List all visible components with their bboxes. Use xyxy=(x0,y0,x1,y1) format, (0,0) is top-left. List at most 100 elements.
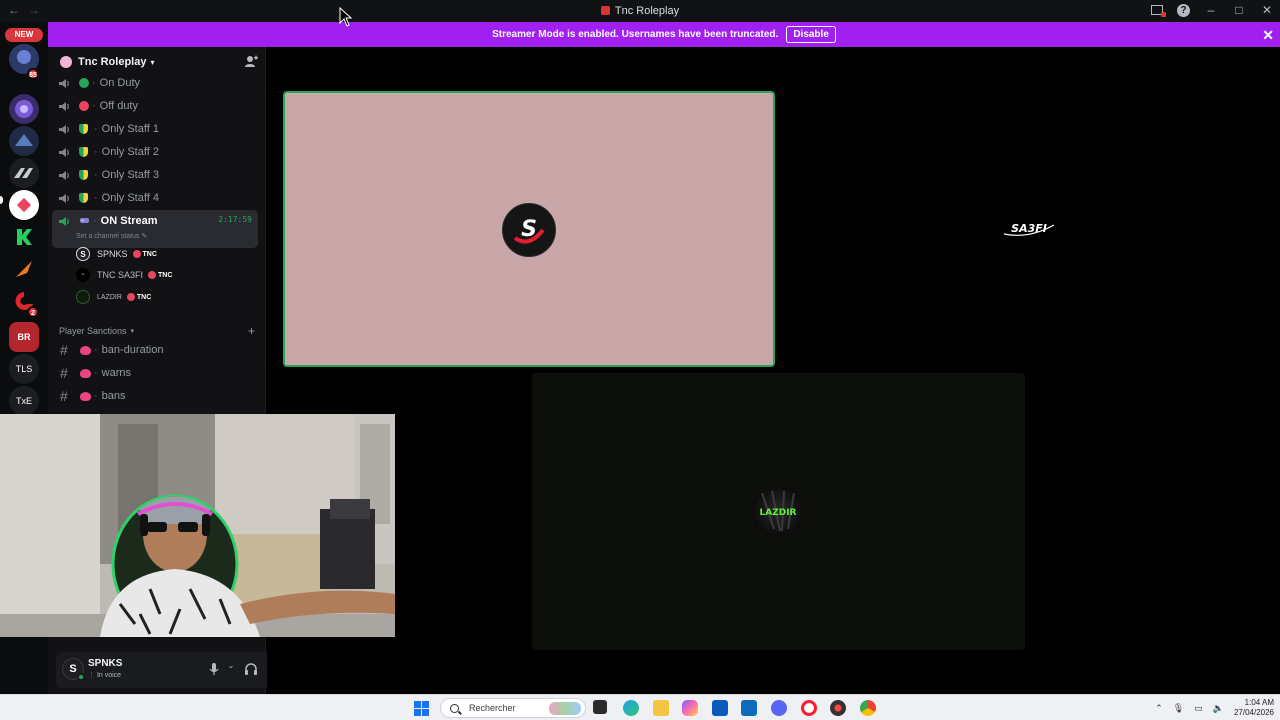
screen-share-icon[interactable] xyxy=(1151,5,1166,17)
windows-start-icon[interactable] xyxy=(414,701,429,716)
user-avatar xyxy=(76,290,90,304)
task-view-icon[interactable] xyxy=(593,700,607,714)
window-title: Tnc Roleplay xyxy=(0,5,1280,17)
tnc-emoji-icon xyxy=(148,271,157,279)
text-channel-warns[interactable]: # · warns xyxy=(52,363,258,383)
taskbar-clock[interactable]: 1:04 AM 27/04/2026 xyxy=(1234,698,1274,718)
file-explorer-icon[interactable] xyxy=(653,700,669,716)
video-tile-lazdir[interactable]: LAZDIR xyxy=(532,373,1025,650)
invite-people-icon[interactable] xyxy=(244,55,258,69)
discord-taskbar-icon[interactable] xyxy=(771,700,787,716)
separator-dot: · xyxy=(94,123,98,135)
window-title-text: Tnc Roleplay xyxy=(614,5,680,17)
davinci-icon[interactable] xyxy=(830,700,846,716)
role-tag-text: TNC xyxy=(158,271,173,279)
channel-name: ON Stream xyxy=(100,215,158,227)
help-icon[interactable]: ? xyxy=(1177,3,1190,17)
lazdir-avatar: LAZDIR xyxy=(752,485,804,537)
user-name: TNC SA3FI xyxy=(97,270,144,280)
user-panel-avatar[interactable]: S xyxy=(62,658,85,681)
title-bar: ← → Tnc Roleplay ? – □ ✕ xyxy=(0,0,1280,22)
shield-icon xyxy=(79,147,88,157)
status-dot-icon xyxy=(77,673,85,681)
server-icon-br[interactable]: BR xyxy=(9,322,39,352)
disable-streamer-mode-button[interactable]: Disable xyxy=(786,26,836,43)
s-logo-icon: S xyxy=(513,217,545,244)
user-avatar: ~ xyxy=(76,268,90,282)
channel-name: Only Staff 4 xyxy=(101,192,159,204)
spnks-avatar: S xyxy=(502,203,556,257)
tnc-emoji-icon xyxy=(132,250,141,258)
shield-icon xyxy=(79,124,88,134)
mic-chevron-icon[interactable]: ⌄ xyxy=(223,661,239,677)
tray-overflow-icon[interactable]: ⌃ xyxy=(1155,703,1163,714)
category-player-sanctions[interactable]: Player Sanctions ▾ + xyxy=(59,324,255,338)
server-icon-7[interactable] xyxy=(9,254,39,284)
voice-channel-only-staff-1[interactable]: · Only Staff 1 xyxy=(52,119,258,139)
clock-time: 1:04 AM xyxy=(1244,698,1274,707)
user-avatar: S xyxy=(76,247,90,261)
separator-dot: · xyxy=(94,390,98,402)
voice-connected-icon: ⋮ xyxy=(88,672,95,679)
search-icon xyxy=(450,703,459,713)
role-tag: TNC xyxy=(126,293,152,301)
guild-name: Tnc Roleplay xyxy=(78,56,147,68)
voice-user-spnks[interactable]: S SPNKS TNC xyxy=(76,244,157,264)
channel-status-link[interactable]: Set a channel status ✎ xyxy=(76,232,147,240)
outlook-icon[interactable] xyxy=(741,700,757,716)
close-banner-icon[interactable]: ✕ xyxy=(1262,27,1274,44)
user-panel-state: ⋮ In voice xyxy=(88,671,121,679)
server-icon-3[interactable] xyxy=(9,126,39,156)
discord-window: ← → Tnc Roleplay ? – □ ✕ NEW 85 2 BR TLS… xyxy=(0,0,1280,720)
microphone-icon[interactable] xyxy=(206,661,222,677)
taskbar-search-box[interactable]: Rechercher xyxy=(440,698,586,718)
voice-channel-only-staff-2[interactable]: · Only Staff 2 xyxy=(52,142,258,162)
voice-channel-only-staff-4[interactable]: · Only Staff 4 xyxy=(52,188,258,208)
chrome-icon[interactable] xyxy=(860,700,876,716)
server-icon-txe[interactable]: TxE xyxy=(9,386,39,416)
tray-volume-icon[interactable]: 🔈 xyxy=(1213,703,1224,714)
edge-browser-icon[interactable] xyxy=(623,700,639,716)
video-tile-sa3fi[interactable]: SA3FI xyxy=(781,91,1277,367)
add-channel-icon[interactable]: + xyxy=(248,324,255,338)
sa3fi-logo-text: SA3FI xyxy=(1011,222,1047,235)
channel-emoji-icon xyxy=(79,101,89,111)
maximize-icon[interactable]: □ xyxy=(1232,3,1246,17)
minimize-icon[interactable]: – xyxy=(1204,3,1218,17)
webcam-feed-image xyxy=(0,414,395,637)
voice-channel-off-duty[interactable]: · Off duty xyxy=(52,96,258,116)
server-icon-5[interactable] xyxy=(9,190,39,220)
search-highlight-image xyxy=(549,702,581,715)
server-4-logo-icon xyxy=(14,168,33,178)
server-icon-4[interactable] xyxy=(9,158,39,188)
voice-user-lazdir[interactable]: LAZDIR TNC xyxy=(76,287,151,307)
server-icon-6[interactable] xyxy=(9,222,39,252)
channel-name: bans xyxy=(101,390,126,402)
channel-name: warns xyxy=(101,367,132,379)
channel-emoji-icon xyxy=(79,78,89,88)
voice-channel-on-stream[interactable]: · ON Stream 2:17:59 Set a channel status… xyxy=(52,210,258,248)
video-tile-spnks[interactable]: S xyxy=(283,91,775,367)
channel-name: Off duty xyxy=(99,100,138,112)
tray-monitor-icon[interactable]: ▭ xyxy=(1194,703,1203,714)
text-channel-bans[interactable]: # · bans xyxy=(52,386,258,406)
new-badge[interactable]: NEW xyxy=(5,28,43,42)
voice-user-sa3fi[interactable]: ~ TNC SA3FI TNC xyxy=(76,265,172,285)
server-icon-2[interactable] xyxy=(9,94,39,124)
tnc-emoji-icon xyxy=(126,293,135,301)
server-icon-tls[interactable]: TLS xyxy=(9,354,39,384)
voice-channel-on-duty[interactable]: · On Duty xyxy=(52,73,258,93)
store-icon[interactable] xyxy=(712,700,728,716)
speaker-icon xyxy=(59,217,69,226)
chevron-down-icon: ▾ xyxy=(150,57,155,67)
voice-channel-only-staff-3[interactable]: · Only Staff 3 xyxy=(52,165,258,185)
text-channel-ban-duration[interactable]: # · ban-duration xyxy=(52,340,258,360)
role-tag-text: TNC xyxy=(136,293,152,301)
tray-mic-icon[interactable]: 🎙 xyxy=(1173,703,1184,714)
speaker-icon xyxy=(59,78,69,88)
copilot-icon[interactable] xyxy=(682,700,698,716)
headphones-icon[interactable] xyxy=(243,661,259,677)
opera-icon[interactable] xyxy=(801,700,817,716)
hash-icon: # xyxy=(60,342,68,358)
close-window-icon[interactable]: ✕ xyxy=(1260,3,1274,17)
